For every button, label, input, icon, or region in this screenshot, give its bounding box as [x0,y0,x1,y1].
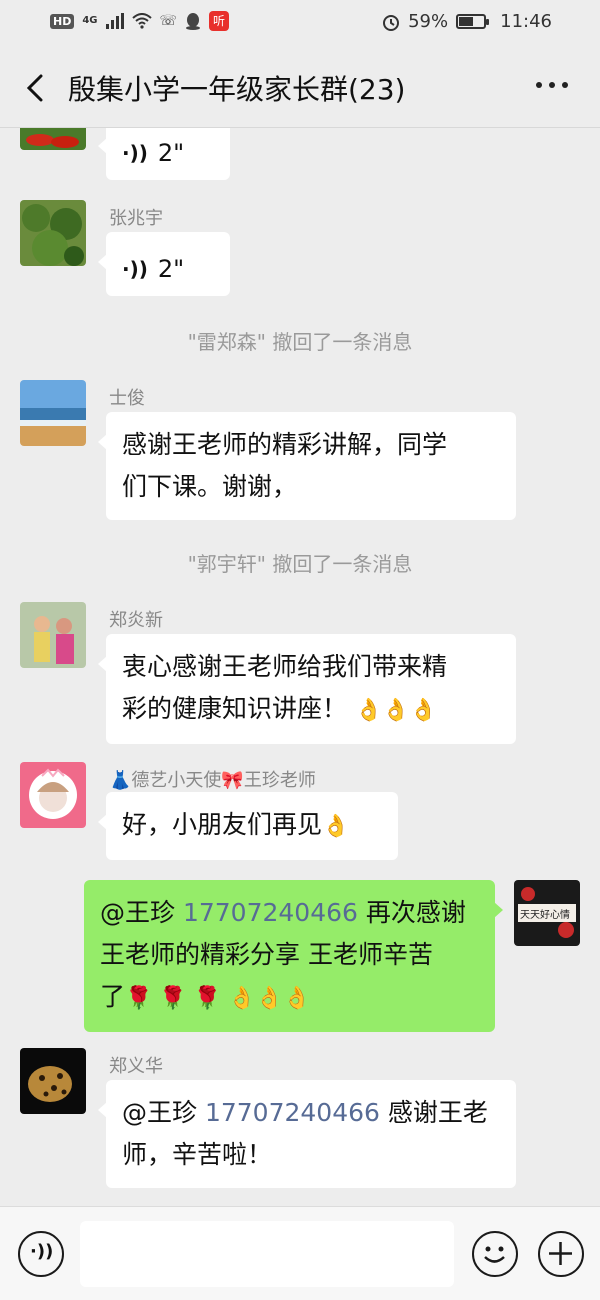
notification-icon: ☏ [159,13,178,29]
own-message[interactable]: @王珍 17707240466 再次感谢 王老师的精彩分享 王老师辛苦 了🌹 🌹… [84,880,503,1032]
voice-wave-icon: ·)) [122,141,148,165]
message-line: 好，小朋友们再见👌 [122,810,350,839]
voice-duration: 2" [157,139,185,167]
text-message[interactable]: 衷心感谢王老师给我们带来精 彩的健康知识讲座！ 👌👌👌 [98,634,516,744]
clock: 11:46 [500,11,552,32]
mention[interactable]: @王珍 [100,898,175,927]
add-icon[interactable] [538,1231,584,1277]
voice-message[interactable]: ·)) 2" [98,128,230,180]
text-message[interactable]: 好，小朋友们再见👌 [98,792,398,860]
system-notice: "雷郑森" 撤回了一条消息 [187,330,413,354]
battery-percent: 59% [408,11,449,32]
message-list[interactable]: ·)) 2" 张兆宇 ·)) 2" "雷郑森" 撤回了一条消息 士俊 感谢王老师… [0,128,600,1206]
status-left: HD 4G ☏ 听 [50,11,230,31]
message-line: 们下课。谢谢， [122,472,298,501]
message-line: @王珍 17707240466 感谢王老 [122,1098,488,1127]
voice-message[interactable]: ·)) 2" [98,232,230,296]
self-avatar[interactable]: 天天好心情 [514,880,580,946]
more-options-icon[interactable] [536,82,568,92]
message-line: 衷心感谢王老师给我们带来精 [122,652,448,681]
sender-name: 郑义华 [109,1056,163,1077]
message-input[interactable] [80,1221,454,1287]
phone-link[interactable]: 17707240466 [183,898,358,927]
avatar[interactable] [20,128,86,150]
status-right: 59% 11:46 [382,11,552,32]
message-line: @王珍 17707240466 再次感谢 [100,898,466,927]
avatar[interactable] [20,200,86,266]
input-bar: ·)) [0,1206,600,1300]
sender-name: 士俊 [109,388,145,409]
message-line: 感谢王老师的精彩讲解，同学 [122,430,448,459]
message-line: 了🌹 🌹 🌹 👌👌👌 [100,982,311,1011]
signal-icon [105,13,124,29]
wifi-icon [131,13,152,29]
battery-icon [456,14,490,29]
ok-hand-emoji: 👌👌👌 [354,698,438,723]
emoji-icon[interactable] [472,1231,518,1277]
voice-duration: 2" [157,255,185,283]
phone-link[interactable]: 17707240466 [205,1098,380,1127]
avatar[interactable] [20,380,86,446]
avatar-caption: 天天好心情 [520,910,570,921]
system-notice: "郭宇轩" 撤回了一条消息 [187,552,413,576]
voice-input-icon[interactable]: ·)) [18,1231,64,1277]
message-line: 师，辛苦啦！ [122,1140,273,1169]
sender-name: 张兆宇 [109,208,163,229]
hd-indicator: HD [50,13,75,29]
avatar[interactable] [20,762,86,828]
chat-header: 殷集小学一年级家长群(23) [0,48,600,128]
app-badge-icon: 听 [209,11,230,31]
mention[interactable]: @王珍 [122,1098,197,1127]
network-type: 4G [82,15,98,26]
text-message[interactable]: @王珍 17707240466 感谢王老 师，辛苦啦！ [98,1080,516,1188]
message-line: 彩的健康知识讲座！ 👌👌👌 [122,694,438,723]
rose-emoji: 🌹 🌹 🌹 👌👌👌 [125,986,311,1011]
back-arrow-icon[interactable] [24,74,46,102]
page-title: 殷集小学一年级家长群(23) [68,73,406,106]
sender-name: 👗德艺小天使🎀王珍老师 [109,770,316,791]
text-message[interactable]: 感谢王老师的精彩讲解，同学 们下课。谢谢， [98,412,516,520]
sender-name: 郑炎新 [109,610,163,631]
message-line: 王老师的精彩分享 王老师辛苦 [100,940,433,969]
qq-icon [186,13,201,30]
alarm-icon [383,14,400,31]
avatar[interactable] [20,602,86,668]
status-bar: HD 4G ☏ 听 59% 11:46 [0,0,600,48]
ok-hand-emoji: 👌 [322,814,350,839]
avatar[interactable] [20,1048,86,1114]
voice-wave-icon: ·)) [122,257,148,281]
